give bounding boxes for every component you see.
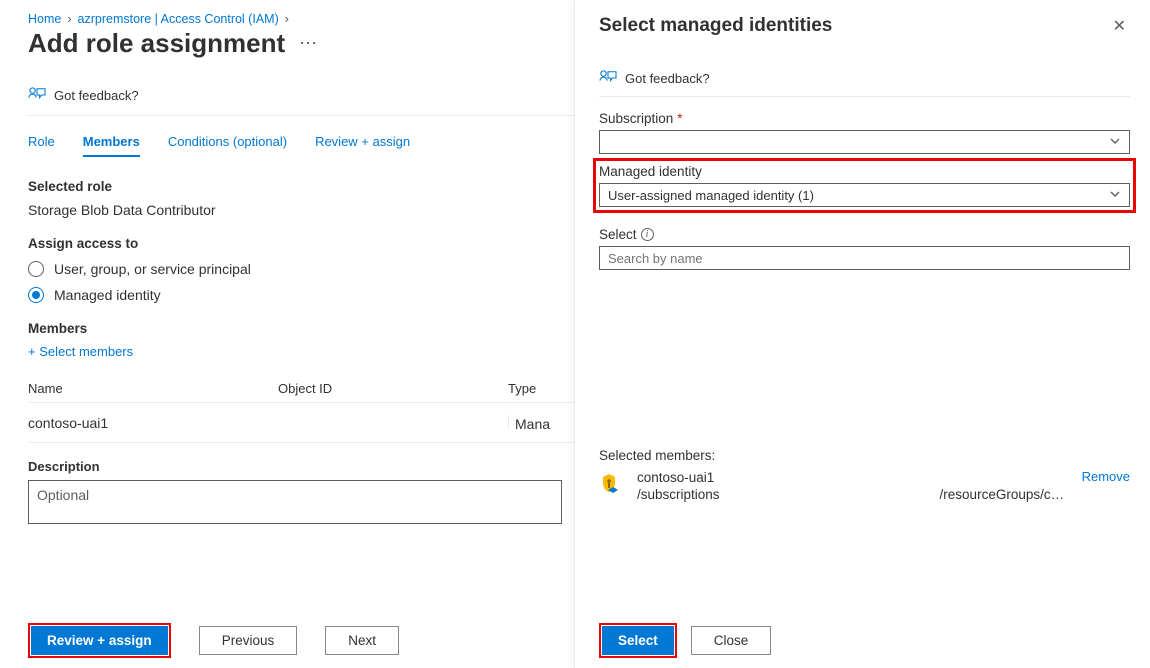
selected-members-heading: Selected members: [599,448,1130,463]
assign-access-heading: Assign access to [28,236,574,251]
close-button[interactable]: Close [691,626,772,655]
info-icon[interactable]: i [641,228,654,241]
select-members-label: Select members [39,344,133,359]
remove-member-link[interactable]: Remove [1082,469,1130,484]
tab-conditions[interactable]: Conditions (optional) [168,134,287,157]
row-name: contoso-uai1 [28,415,278,432]
close-icon[interactable]: ✕ [1109,12,1130,40]
row-object-id [278,415,508,432]
footer-right: Select Close [599,623,771,658]
radio-managed-identity[interactable]: Managed identity [28,287,574,303]
breadcrumb-resource[interactable]: azrpremstore | Access Control (IAM) [78,12,279,26]
selected-member-path-1: /subscriptions [637,486,720,503]
review-assign-button[interactable]: Review + assign [31,626,168,655]
chevron-right-icon: › [67,12,71,26]
radio-principal[interactable]: User, group, or service principal [28,261,574,277]
select-members-link[interactable]: + Select members [28,344,574,359]
col-type: Type [508,381,574,396]
divider [28,115,574,116]
page-title: Add role assignment [28,28,285,59]
chevron-down-icon [1109,135,1121,147]
managed-identity-label: Managed identity [599,164,1130,179]
blade-title: Select managed identities [599,15,1109,37]
managed-identity-icon [599,472,627,500]
select-managed-identities-blade: Select managed identities ✕ Got feedback… [574,0,1150,668]
radio-principal-label: User, group, or service principal [54,261,251,277]
breadcrumb-home[interactable]: Home [28,12,61,26]
subscription-label: Subscription* [599,111,1130,126]
breadcrumb: Home › azrpremstore | Access Control (IA… [28,12,574,26]
col-object-id: Object ID [278,381,508,396]
radio-mi-label: Managed identity [54,287,161,303]
selected-role-heading: Selected role [28,179,574,194]
managed-identity-value: User-assigned managed identity (1) [608,188,814,203]
description-heading: Description [28,459,574,474]
previous-button[interactable]: Previous [199,626,298,655]
feedback-link[interactable]: Got feedback? [28,87,574,115]
selected-member-path-2: /resourceGroups/c… [940,486,1065,503]
row-type: Mana [508,415,574,432]
tab-members[interactable]: Members [83,134,140,157]
next-button[interactable]: Next [325,626,399,655]
tabs-bar: Role Members Conditions (optional) Revie… [28,134,574,157]
radio-icon [28,287,44,303]
footer-left: Review + assign Previous Next [28,623,399,658]
chevron-right-icon: › [285,12,289,26]
feedback-icon [28,87,46,103]
select-label: Select i [599,227,1130,242]
add-role-assignment-pane: Home › azrpremstore | Access Control (IA… [0,0,574,668]
col-name: Name [28,381,278,396]
selected-member-row: contoso-uai1 /subscriptions /resourceGro… [599,469,1130,503]
selected-members-section: Selected members: contoso-uai1 /subscrip… [599,448,1130,503]
feedback-label: Got feedback? [54,88,139,103]
more-menu-icon[interactable]: ⋯ [299,33,319,54]
tab-review[interactable]: Review + assign [315,134,410,157]
plus-icon: + [28,344,39,359]
highlight-managed-identity: Managed identity User-assigned managed i… [593,158,1136,213]
search-input[interactable] [599,246,1130,270]
description-input[interactable]: Optional [28,480,562,524]
tab-role[interactable]: Role [28,134,55,157]
selected-role-value: Storage Blob Data Contributor [28,202,574,218]
managed-identity-dropdown[interactable]: User-assigned managed identity (1) [599,183,1130,207]
radio-icon [28,261,44,277]
members-heading: Members [28,321,574,336]
highlight-select-button: Select [599,623,677,658]
members-table-header: Name Object ID Type [28,381,574,403]
selected-member-name: contoso-uai1 [637,469,1072,486]
feedback-icon [599,70,617,86]
subscription-dropdown[interactable] [599,130,1130,154]
blade-feedback-link[interactable]: Got feedback? [599,70,1130,96]
blade-feedback-label: Got feedback? [625,71,710,86]
table-row[interactable]: contoso-uai1 Mana [28,403,574,443]
divider [599,96,1130,97]
chevron-down-icon [1109,188,1121,200]
select-button[interactable]: Select [602,626,674,655]
highlight-review-assign: Review + assign [28,623,171,658]
